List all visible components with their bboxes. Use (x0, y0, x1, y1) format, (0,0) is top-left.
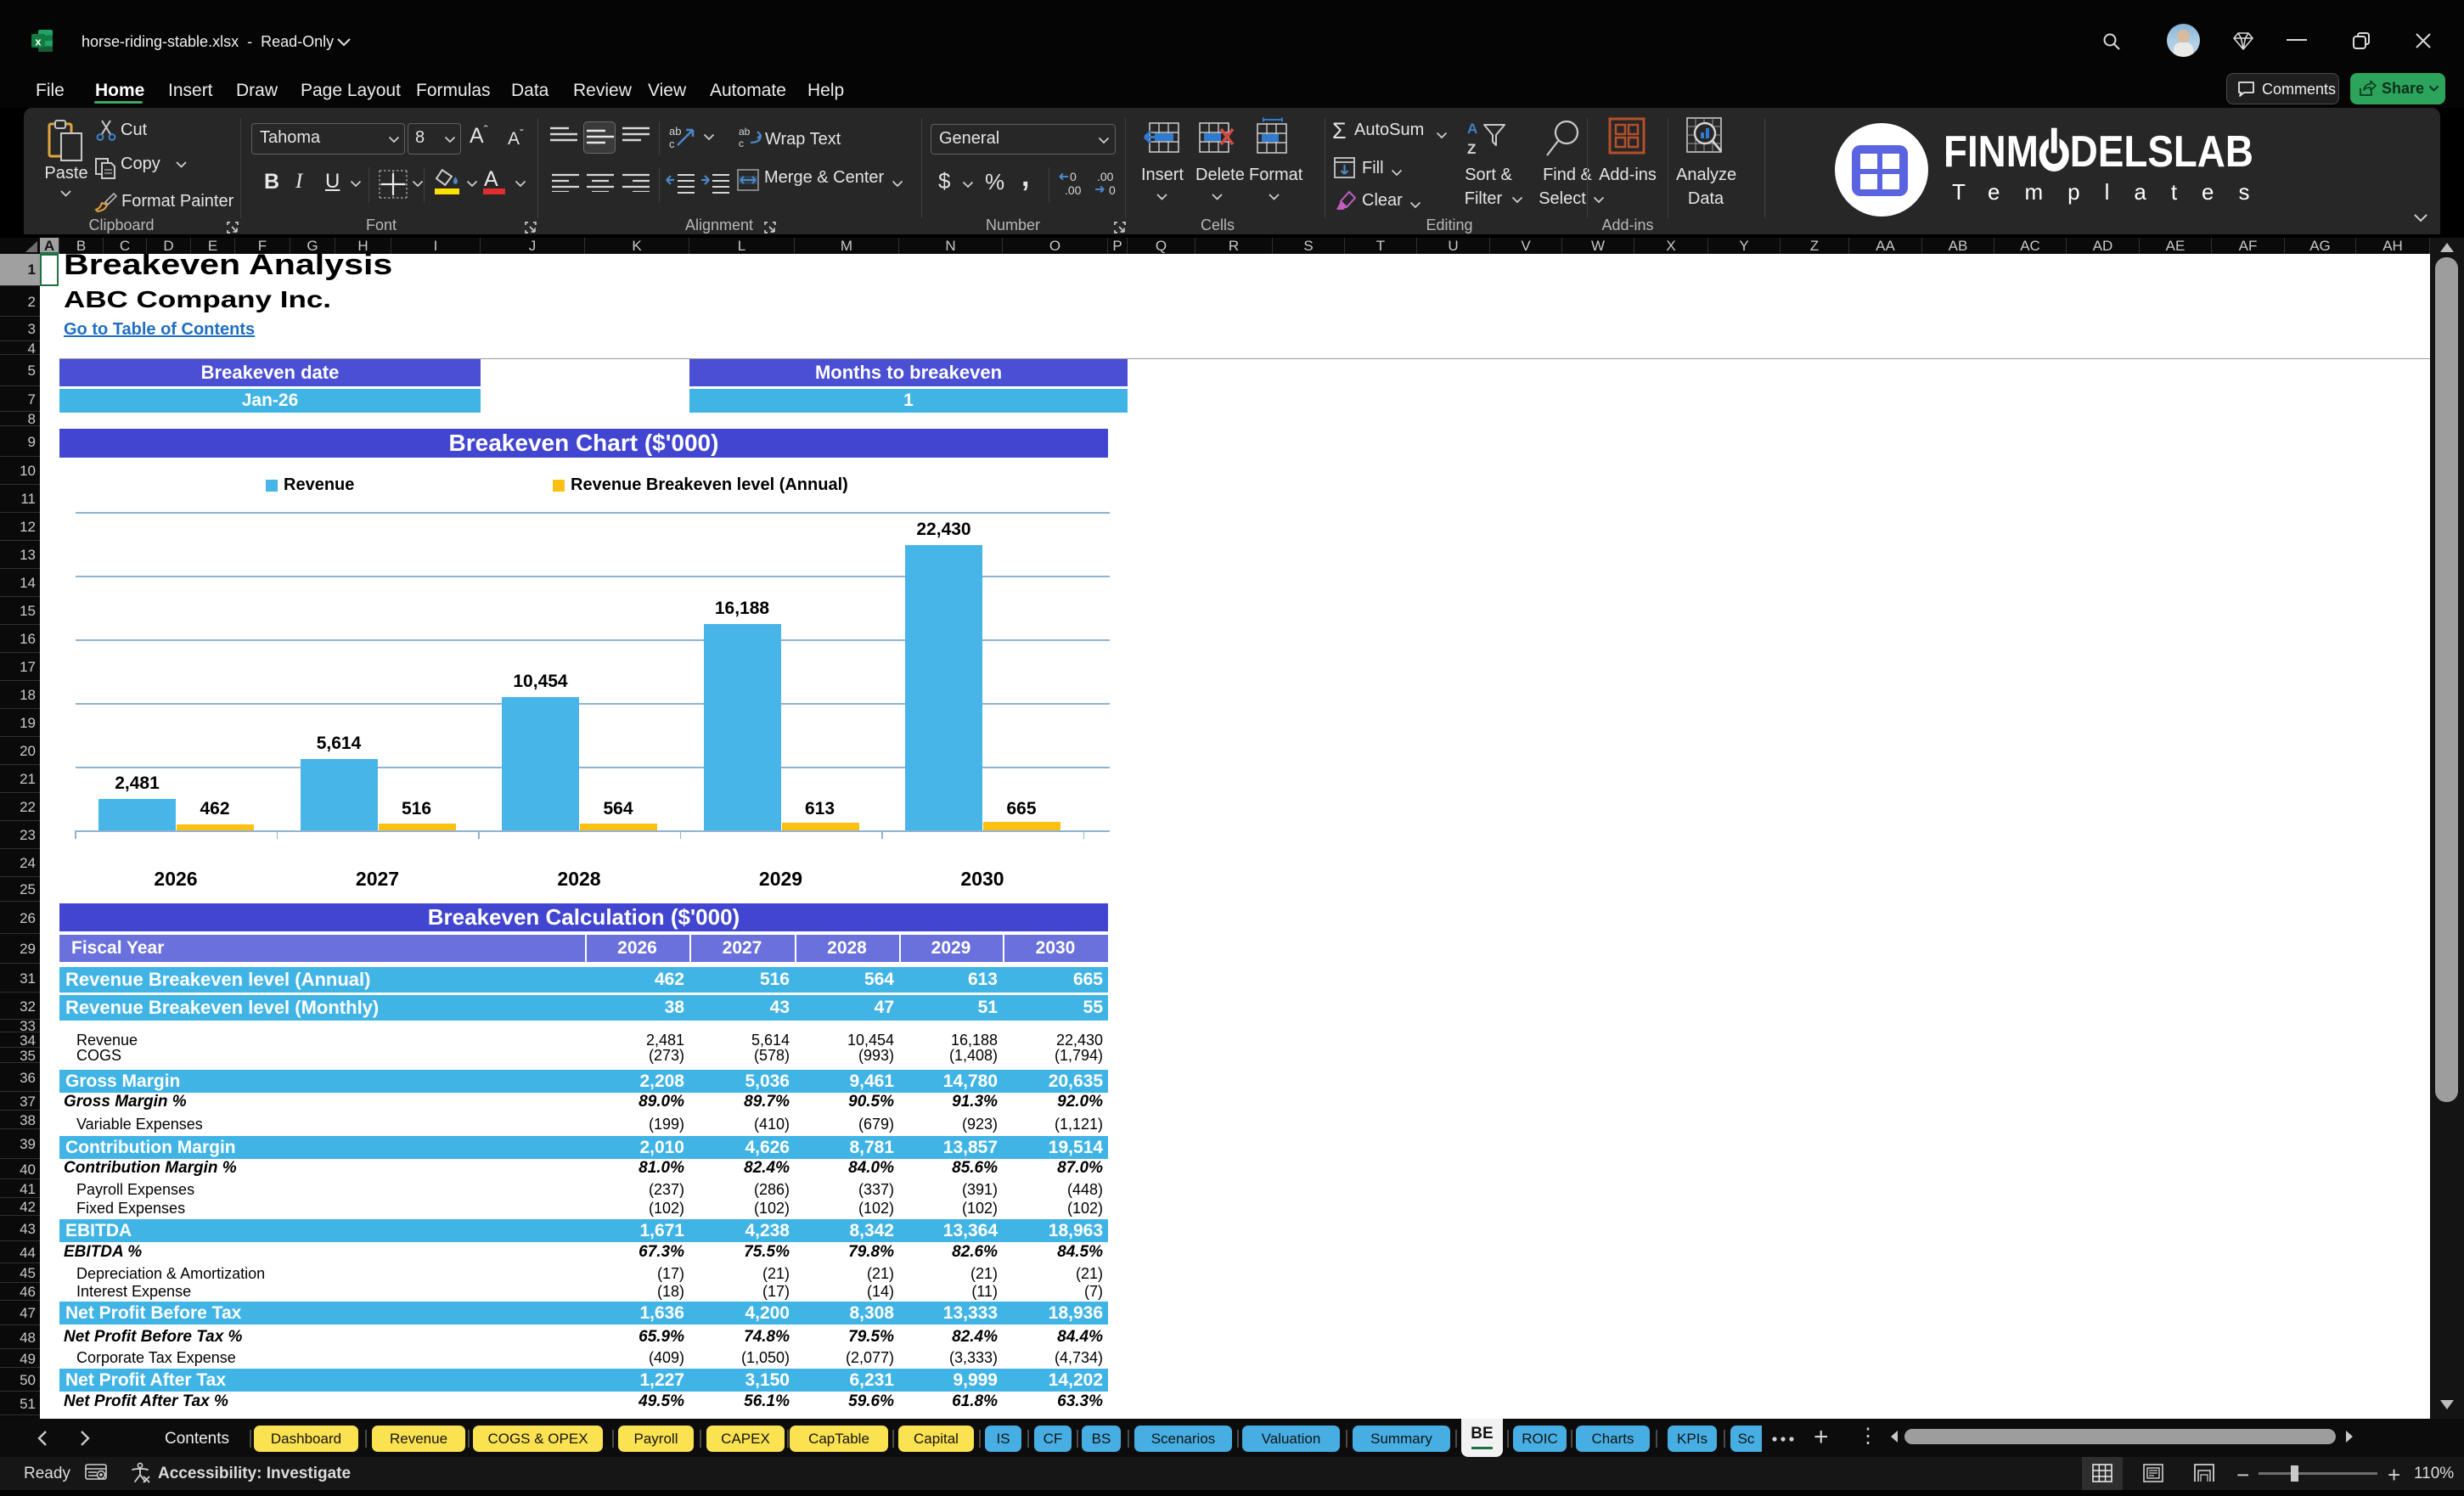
svg-text:0: 0 (1070, 171, 1077, 183)
svg-text:ab: ab (669, 125, 681, 138)
svg-text:.00: .00 (1065, 183, 1082, 196)
svg-text:A: A (1467, 121, 1477, 137)
svg-text:0: 0 (1109, 183, 1116, 196)
svg-text:ab: ab (739, 126, 751, 138)
svg-text:Z: Z (1467, 141, 1476, 157)
svg-text:x: x (35, 36, 42, 48)
svg-text:c: c (739, 138, 744, 149)
svg-text:.00: .00 (1097, 171, 1114, 183)
svg-text:c: c (669, 138, 675, 150)
